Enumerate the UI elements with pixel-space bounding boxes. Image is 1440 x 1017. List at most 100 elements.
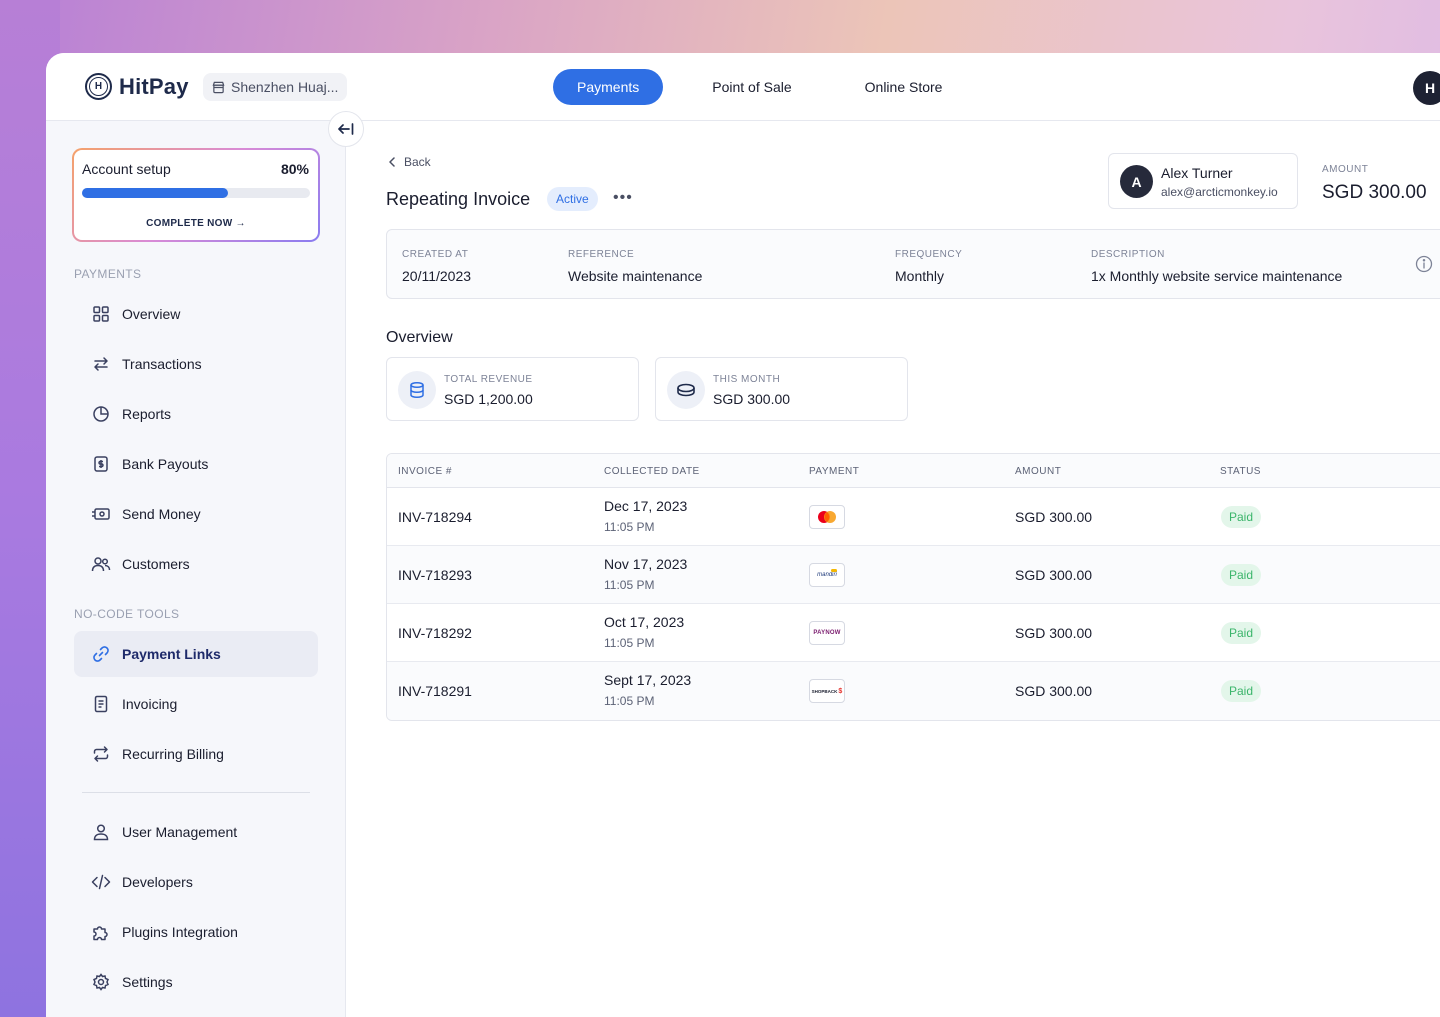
detail-frequency: FREQUENCY Monthly <box>895 249 963 284</box>
sidebar-item-recurring-billing[interactable]: Recurring Billing <box>74 731 318 777</box>
customer-email: alex@arcticmonkey.io <box>1161 185 1278 199</box>
bank-payout-icon <box>91 454 111 474</box>
collected-date: Dec 17, 2023 <box>604 498 688 514</box>
collected-time: 11:05 PM <box>604 520 655 534</box>
grid-icon <box>91 304 111 324</box>
brand-logo[interactable]: H HitPay <box>85 73 189 100</box>
user-icon <box>91 822 111 842</box>
stat-label: THIS MONTH <box>713 374 781 385</box>
collapse-sidebar-button[interactable] <box>328 111 364 147</box>
account-setup-card: Account setup 80% COMPLETE NOW → <box>72 148 320 242</box>
sidebar-item-send-money[interactable]: Send Money <box>74 491 318 537</box>
database-icon <box>398 371 436 409</box>
status-badge: Paid <box>1221 680 1262 702</box>
sidebar-item-settings[interactable]: Settings <box>74 959 318 1005</box>
sidebar-item-customers[interactable]: Customers <box>74 541 318 587</box>
invoice-number[interactable]: INV-718292 <box>398 625 472 641</box>
setup-title: Account setup <box>82 161 171 177</box>
chevron-left-icon <box>389 157 395 167</box>
stat-label: TOTAL REVENUE <box>444 374 533 385</box>
table-row[interactable]: INV-718291 Sept 17, 2023 11:05 PM SHOPBA… <box>387 662 1440 720</box>
collapse-left-icon <box>338 123 354 135</box>
invoice-number[interactable]: INV-718293 <box>398 567 472 583</box>
setup-progress-fill <box>82 188 228 198</box>
sidebar: Account setup 80% COMPLETE NOW → PAYMENT… <box>46 121 346 1017</box>
link-icon <box>91 644 111 664</box>
sidebar-item-overview[interactable]: Overview <box>74 291 318 337</box>
sidebar-item-label: Transactions <box>122 356 202 372</box>
hitpay-logo-icon: H <box>85 73 112 100</box>
sidebar-item-plugins-integration[interactable]: Plugins Integration <box>74 909 318 955</box>
mandiri-logo: mandiri <box>809 563 845 587</box>
collected-time: 11:05 PM <box>604 578 655 592</box>
brand-name: HitPay <box>119 73 189 99</box>
sidebar-item-developers[interactable]: Developers <box>74 859 318 905</box>
collected-date: Nov 17, 2023 <box>604 556 688 572</box>
status-badge: Active <box>547 187 598 211</box>
column-header[interactable]: INVOICE # <box>398 466 452 477</box>
customer-name: Alex Turner <box>1161 165 1233 181</box>
sidebar-item-label: Customers <box>122 556 190 572</box>
invoice-icon <box>91 694 111 714</box>
row-amount: SGD 300.00 <box>1015 683 1093 699</box>
stat-value: SGD 1,200.00 <box>444 391 533 407</box>
nav-point-of-sale[interactable]: Point of Sale <box>688 69 815 105</box>
page-title: Repeating Invoice <box>386 189 531 209</box>
coins-icon <box>667 371 705 409</box>
invoice-details-card: CREATED AT 20/11/2023 REFERENCE Website … <box>386 229 1440 299</box>
sidebar-item-label: Bank Payouts <box>122 456 209 472</box>
table-row[interactable]: INV-718293 Nov 17, 2023 11:05 PM mandiri… <box>387 546 1440 604</box>
back-label: Back <box>404 155 431 169</box>
collected-time: 11:05 PM <box>604 636 655 650</box>
setup-progress-bar <box>82 188 310 198</box>
arrows-icon <box>91 354 111 374</box>
column-header[interactable]: AMOUNT <box>1015 466 1061 477</box>
sidebar-item-invoicing[interactable]: Invoicing <box>74 681 318 727</box>
sidebar-item-bank-payouts[interactable]: Bank Payouts <box>74 441 318 487</box>
gear-icon <box>91 972 111 992</box>
sidebar-item-label: User Management <box>122 824 238 840</box>
table-header: INVOICE # COLLECTED DATE PAYMENT AMOUNT … <box>387 454 1440 488</box>
invoice-table: INVOICE # COLLECTED DATE PAYMENT AMOUNT … <box>386 453 1440 721</box>
sidebar-item-label: Send Money <box>122 506 201 522</box>
nav-payments[interactable]: Payments <box>553 69 664 105</box>
collected-time: 11:05 PM <box>604 694 655 708</box>
sidebar-item-payment-links[interactable]: Payment Links <box>74 631 318 677</box>
collected-date: Oct 17, 2023 <box>604 614 685 630</box>
info-icon[interactable] <box>1415 255 1433 273</box>
customer-avatar: A <box>1120 165 1153 198</box>
invoice-number[interactable]: INV-718291 <box>398 683 472 699</box>
user-avatar[interactable]: H <box>1413 71 1440 105</box>
detail-created-at: CREATED AT 20/11/2023 <box>402 249 472 284</box>
store-selector[interactable]: Shenzhen Huaj... <box>203 73 348 101</box>
sidebar-item-label: Recurring Billing <box>122 746 224 762</box>
stat-value: SGD 300.00 <box>713 391 791 407</box>
column-header[interactable]: STATUS <box>1220 466 1261 477</box>
amount-label: AMOUNT <box>1322 164 1369 175</box>
nav-online-store[interactable]: Online Store <box>841 69 967 105</box>
detail-description: DESCRIPTION 1x Monthly website service m… <box>1091 249 1343 284</box>
no-code-tools-section-label: NO-CODE TOOLS <box>74 607 180 621</box>
complete-now-link[interactable]: COMPLETE NOW → <box>74 218 318 229</box>
send-money-icon <box>91 504 111 524</box>
sidebar-item-label: Plugins Integration <box>122 924 238 940</box>
table-row[interactable]: INV-718292 Oct 17, 2023 11:05 PM PAYNOW … <box>387 604 1440 662</box>
repeat-icon <box>91 744 111 764</box>
column-header[interactable]: PAYMENT <box>809 466 859 477</box>
top-header: H HitPay Shenzhen Huaj... Payments Point… <box>46 53 1440 121</box>
sidebar-divider <box>82 792 310 793</box>
column-header[interactable]: COLLECTED DATE <box>604 466 700 477</box>
amount-value: SGD 300.00 <box>1322 182 1427 203</box>
customer-card[interactable]: A Alex Turner alex@arcticmonkey.io <box>1108 153 1298 209</box>
more-options-button[interactable]: ••• <box>613 189 633 207</box>
back-link[interactable]: Back <box>388 155 431 169</box>
table-row[interactable]: INV-718294 Dec 17, 2023 11:05 PM SGD 300… <box>387 488 1440 546</box>
sidebar-item-transactions[interactable]: Transactions <box>74 341 318 387</box>
sidebar-item-reports[interactable]: Reports <box>74 391 318 437</box>
stat-total-revenue: TOTAL REVENUE SGD 1,200.00 <box>386 357 639 421</box>
row-amount: SGD 300.00 <box>1015 625 1093 641</box>
invoice-number[interactable]: INV-718294 <box>398 509 472 525</box>
row-amount: SGD 300.00 <box>1015 509 1093 525</box>
app-window: H HitPay Shenzhen Huaj... Payments Point… <box>46 53 1440 1017</box>
sidebar-item-user-management[interactable]: User Management <box>74 809 318 855</box>
